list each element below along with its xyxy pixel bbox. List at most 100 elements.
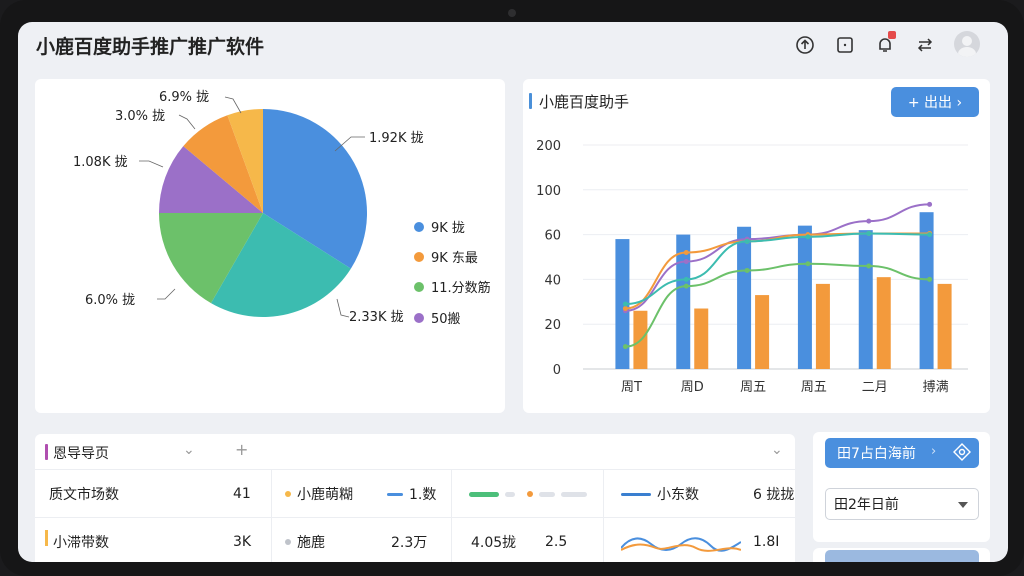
- legend-dot-blue: [414, 222, 424, 232]
- bar-series-1: [858, 230, 873, 369]
- gray-pill-icon: [539, 491, 555, 497]
- pie-label-orange: 3.0% 拢: [115, 109, 165, 124]
- orange-dot-icon: [527, 491, 533, 497]
- pie-label-purple: 1.08K 拢: [73, 155, 128, 170]
- pie-label-yellow: 6.9% 拢: [159, 90, 209, 105]
- y-tick-label: 20: [544, 318, 561, 333]
- line-point-green: [622, 344, 628, 350]
- legend-dot-green: [414, 282, 424, 292]
- add-icon[interactable]: +: [235, 440, 248, 459]
- line-point-teal: [866, 230, 872, 236]
- leader-line-teal: [336, 298, 350, 318]
- side-action-button-2[interactable]: [825, 550, 979, 562]
- line-point-green: [805, 261, 811, 267]
- square-frame-icon[interactable]: [834, 34, 856, 56]
- bar-series-2: [755, 295, 770, 369]
- row-col7: 6 拢拢: [753, 487, 795, 503]
- upload-circle-icon[interactable]: [794, 34, 816, 56]
- row-legend2: 2.3万: [391, 535, 428, 551]
- app-title: 小鹿百度助手推广推广软件: [36, 36, 265, 58]
- legend-label-3: 11.分数筋: [431, 280, 491, 296]
- table-title: 恩导导页: [53, 446, 109, 462]
- gray-dot-icon: [285, 539, 291, 545]
- pie-label-blue: 1.92K 拢: [369, 131, 424, 146]
- row-value: 3K: [233, 534, 252, 550]
- bar-series-2: [694, 308, 709, 369]
- bar-series-1: [737, 226, 752, 369]
- row-name: 小滞带数: [53, 535, 109, 551]
- line-point-teal: [622, 301, 628, 307]
- row-value: 41: [233, 486, 251, 502]
- pie-label-teal: 2.33K 拢: [349, 310, 404, 325]
- row-legend2: 1.数: [387, 470, 436, 518]
- camera-dot: [508, 9, 516, 17]
- chevron-down-icon: [958, 502, 968, 508]
- leader-line-yellow: [224, 96, 242, 114]
- line-point-orange: [683, 250, 689, 256]
- line-point-teal: [805, 234, 811, 240]
- leader-line-green: [157, 288, 176, 300]
- y-tick-label: 0: [553, 363, 561, 378]
- bar-line-chart-card: 小鹿百度助手 + 出出 › 0 20 40 60 100 200 周T 周D 周五 周五 二月 搏满: [523, 79, 990, 413]
- legend-label-4: 50搬: [431, 312, 461, 327]
- line-point-teal: [744, 238, 750, 244]
- blue-line-icon: [621, 492, 651, 496]
- device-bezel: 小鹿百度助手推广推广软件 1.92K 拢 2.33K 拢 6.0% 拢 1.08…: [0, 0, 1024, 576]
- sparkline-icon: [621, 537, 741, 552]
- app-screen: 小鹿百度助手推广推广软件 1.92K 拢 2.33K 拢 6.0% 拢 1.08…: [18, 22, 1008, 562]
- x-tick-label: 周五: [740, 380, 766, 395]
- pie-chart-card: 1.92K 拢 2.33K 拢 6.0% 拢 1.08K 拢 3.0% 拢 6.…: [35, 79, 505, 413]
- notification-badge: [888, 31, 896, 39]
- row-legend1: 小鹿萌糊: [285, 470, 353, 518]
- leader-line-orange: [178, 114, 196, 130]
- y-tick-label: 200: [536, 139, 561, 154]
- combo-chart: 0 20 40 60 100 200 周T 周D 周五 周五 二月 搏满: [536, 139, 968, 395]
- row-col6: 2.5: [545, 534, 568, 550]
- data-table-card: 恩导导页 ⌄ + ⌄ 质文市场数 41 小鹿萌糊 1.数 小东数 6 拢拢 小滞…: [35, 434, 795, 562]
- user-avatar-icon[interactable]: [954, 31, 980, 57]
- collapse-chevron-icon-right[interactable]: ⌄: [771, 442, 783, 458]
- table-row[interactable]: 质文市场数 41 小鹿萌糊 1.数 小东数 6 拢拢: [35, 470, 795, 518]
- line-point-green: [683, 283, 689, 289]
- table-header: 恩导导页 ⌄ + ⌄: [35, 434, 795, 470]
- leader-line-purple: [139, 160, 164, 168]
- line-point-purple: [927, 201, 933, 207]
- line-point-teal: [683, 276, 689, 282]
- x-tick-label: 二月: [862, 380, 888, 395]
- gray-pill-icon: [561, 491, 587, 497]
- line-point-purple: [683, 258, 689, 264]
- yellow-dot-icon: [285, 491, 291, 497]
- x-tick-label: 搏满: [923, 379, 949, 395]
- bar-series-2: [876, 277, 891, 369]
- row-col7: 1.8I: [753, 534, 780, 550]
- chevron-right-icon: ›: [931, 444, 937, 459]
- title-bar: 小鹿百度助手推广推广软件: [18, 22, 1008, 70]
- row-col5: 4.05拢: [471, 535, 517, 551]
- line-point-teal: [927, 232, 933, 238]
- side-panel-card-2: [813, 548, 990, 562]
- legend-dot-orange: [414, 252, 424, 262]
- pie-chart: 1.92K 拢 2.33K 拢 6.0% 拢 1.08K 拢 3.0% 拢 6.…: [73, 90, 491, 327]
- row-legend1: 施鹿: [285, 518, 325, 562]
- legend-label-2: 9K 东最: [431, 251, 478, 266]
- bar-series-1: [797, 225, 812, 369]
- line-point-purple: [866, 218, 872, 224]
- diamond-settings-icon: [953, 443, 971, 461]
- transfer-arrows-icon[interactable]: [914, 34, 936, 56]
- side-action-button[interactable]: 田7占白海前 ›: [825, 438, 979, 468]
- row-legend3: 小东数: [621, 470, 699, 518]
- collapse-chevron-icon[interactable]: ⌄: [183, 442, 195, 458]
- y-tick-label: 60: [544, 229, 561, 244]
- row-mini-bars: [469, 470, 593, 518]
- line-point-green: [866, 263, 872, 269]
- table-row[interactable]: 小滞带数 3K 施鹿 2.3万 4.05拢 2.5 1.8I: [35, 518, 795, 562]
- line-point-orange: [622, 306, 628, 312]
- x-tick-label: 周五: [801, 380, 827, 395]
- table-accent-bar: [45, 444, 48, 460]
- period-select[interactable]: 田2年日前: [825, 488, 979, 520]
- row-name: 质文市场数: [49, 487, 119, 503]
- x-tick-label: 周T: [621, 380, 642, 395]
- y-tick-label: 100: [536, 184, 561, 199]
- legend-label-1: 9K 拢: [431, 221, 465, 236]
- side-panel-card: 田7占白海前 › 田2年日前: [813, 432, 990, 542]
